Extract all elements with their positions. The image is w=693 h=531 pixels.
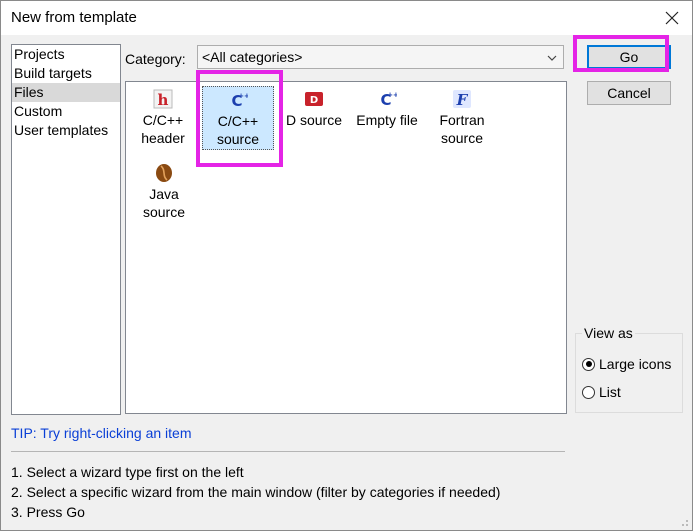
d-source-icon: D bbox=[305, 92, 323, 106]
radio-button-icon bbox=[582, 357, 595, 371]
template-label: Java source bbox=[142, 186, 186, 220]
instruction-line: 1. Select a wizard type first on the lef… bbox=[11, 464, 244, 480]
instruction-line: 2. Select a specific wizard from the mai… bbox=[11, 484, 501, 500]
radio-button-icon bbox=[582, 385, 595, 399]
template-fortran-source[interactable]: F Fortran source bbox=[432, 86, 492, 150]
wizard-type-custom[interactable]: Custom bbox=[12, 102, 120, 121]
dialog-title: New from template bbox=[11, 9, 137, 26]
template-label: Empty file bbox=[356, 112, 418, 128]
category-value: <All categories> bbox=[202, 49, 303, 65]
radio-label: List bbox=[599, 384, 621, 400]
category-label: Category: bbox=[125, 51, 186, 67]
template-cpp-source[interactable]: C ++ C/C++ source bbox=[202, 86, 274, 150]
template-java-source[interactable]: Java source bbox=[134, 160, 194, 224]
title-bar: New from template bbox=[1, 1, 692, 35]
wizard-type-user-templates[interactable]: User templates bbox=[12, 121, 120, 140]
c-header-icon: h bbox=[153, 89, 173, 109]
template-label: Fortran source bbox=[439, 112, 485, 146]
close-icon bbox=[665, 11, 679, 25]
template-label: C/C++ header bbox=[141, 112, 185, 146]
chevron-down-icon bbox=[547, 55, 557, 61]
svg-text:F: F bbox=[456, 91, 469, 109]
template-c-header[interactable]: h C/C++ header bbox=[132, 86, 194, 154]
cancel-button[interactable]: Cancel bbox=[587, 81, 671, 105]
radio-label: Large icons bbox=[599, 356, 672, 372]
tip-text: TIP: Try right-clicking an item bbox=[11, 425, 192, 441]
wizard-type-files[interactable]: Files bbox=[12, 83, 120, 102]
cpp-source-icon: C ++ bbox=[231, 92, 248, 110]
close-button[interactable] bbox=[652, 1, 692, 35]
instructions: 1. Select a wizard type first on the lef… bbox=[11, 462, 500, 522]
new-from-template-dialog: New from template Projects Build targets… bbox=[0, 0, 693, 531]
wizard-type-list[interactable]: Projects Build targets Files Custom User… bbox=[11, 44, 121, 415]
radio-large-icons[interactable]: Large icons bbox=[582, 356, 671, 372]
template-gallery: h C/C++ header C ++ C/C++ source D D sou… bbox=[125, 81, 567, 414]
svg-text:D: D bbox=[310, 95, 318, 106]
svg-text:++: ++ bbox=[238, 92, 248, 100]
resize-grip-icon[interactable] bbox=[679, 517, 689, 527]
wizard-type-projects[interactable]: Projects bbox=[12, 45, 120, 64]
view-as-legend: View as bbox=[582, 325, 635, 341]
template-label: D source bbox=[285, 112, 343, 128]
fortran-source-icon: F bbox=[453, 90, 471, 109]
wizard-type-build-targets[interactable]: Build targets bbox=[12, 64, 120, 83]
template-label: C/C++ source bbox=[216, 113, 260, 147]
java-bean-icon bbox=[156, 164, 172, 182]
radio-list[interactable]: List bbox=[582, 384, 621, 400]
go-button[interactable]: Go bbox=[587, 45, 671, 69]
svg-text:h: h bbox=[158, 91, 169, 109]
empty-file-icon: C ++ bbox=[380, 91, 397, 109]
view-as-group: View as Large icons List bbox=[575, 325, 683, 413]
template-empty-file[interactable]: C ++ Empty file bbox=[352, 86, 422, 130]
template-d-source[interactable]: D D source bbox=[284, 86, 344, 130]
category-dropdown[interactable]: <All categories> bbox=[197, 45, 564, 69]
svg-text:++: ++ bbox=[387, 91, 397, 99]
instruction-line: 3. Press Go bbox=[11, 504, 85, 520]
separator bbox=[11, 451, 565, 452]
